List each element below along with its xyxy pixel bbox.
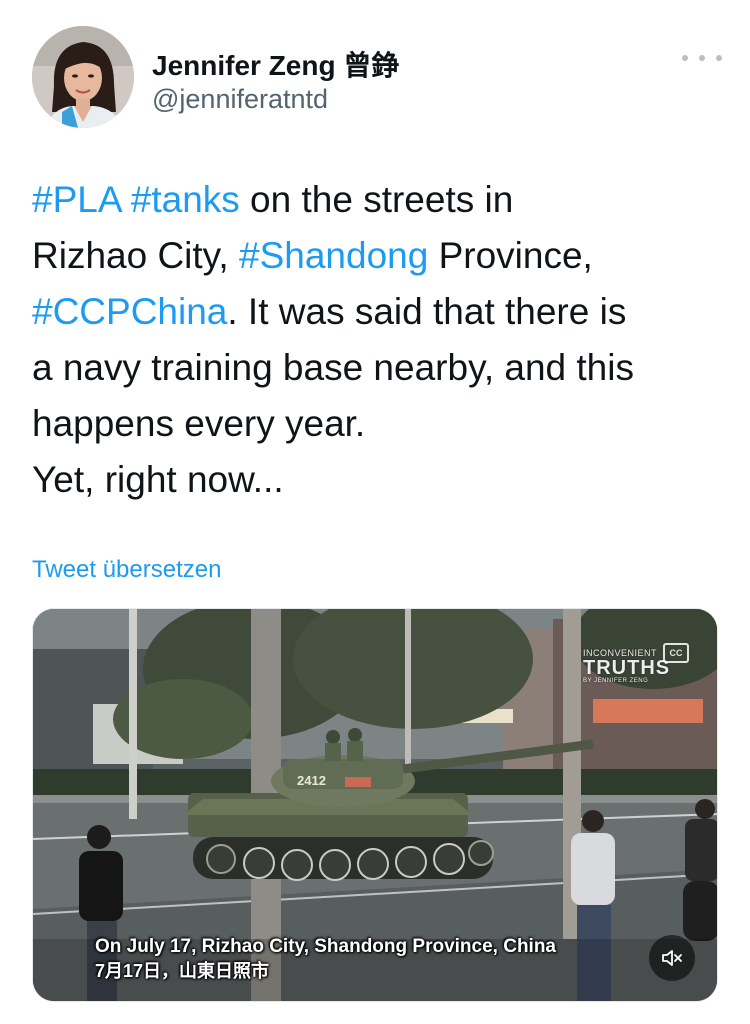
tweet-text-span: on the streets in <box>239 179 514 220</box>
translate-tweet-link[interactable]: Tweet übersetzen <box>32 556 221 584</box>
tweet-line-6: Yet, right now... <box>32 459 284 500</box>
tweet-header: Jennifer Zeng 曾錚 @jenniferatntd <box>32 26 722 130</box>
tweet-line-2: Rizhao City, #Shandong Province, <box>32 228 722 284</box>
author-name[interactable]: Jennifer Zeng 曾錚 <box>152 44 399 84</box>
tweet-text-span: Province, <box>428 235 593 276</box>
dot <box>682 55 688 61</box>
tweet-text: #PLA #tanks on the streets in Rizhao Cit… <box>32 172 722 508</box>
tweet-line-5: happens every year. <box>32 403 366 444</box>
tweet-line-3: #CCPChina. It was said that there is <box>32 284 722 340</box>
hashtag-tanks[interactable]: #tanks <box>131 179 240 220</box>
tweet-text-span: . It was said that there is <box>227 291 627 332</box>
watermark-main: TRUTHS <box>583 657 671 679</box>
speaker-muted-icon <box>662 950 682 966</box>
dot <box>716 55 722 61</box>
caption-chinese: 7月17日，山東日照市 <box>95 961 270 981</box>
hashtag-ccpchina[interactable]: #CCPChina <box>32 291 227 332</box>
inconvenient-truths-watermark: INCONVENIENT TRUTHS BY JENNIFER ZENG <box>583 649 671 685</box>
dot <box>699 55 705 61</box>
more-dots-icon[interactable] <box>682 48 722 68</box>
hashtag-shandong[interactable]: #Shandong <box>239 235 428 276</box>
tweet-screen: Jennifer Zeng 曾錚 @jenniferatntd #PLA #ta… <box>0 0 750 1024</box>
avatar[interactable] <box>32 26 134 128</box>
author-handle[interactable]: @jenniferatntd <box>152 84 328 115</box>
mute-button[interactable] <box>649 935 695 981</box>
tweet-line-1: #PLA #tanks on the streets in <box>32 172 722 228</box>
tweet-line-4: a navy training base nearby, and this <box>32 347 634 388</box>
tweet-text-span: Rizhao City, <box>32 235 239 276</box>
closed-captions-icon[interactable]: CC <box>663 643 689 663</box>
video-caption: On July 17, Rizhao City, Shandong Provin… <box>95 935 556 983</box>
caption-english: On July 17, Rizhao City, Shandong Provin… <box>95 936 557 957</box>
tweet-video[interactable]: 2412 INCONVENIENT TRUTHS BY JENNIFER ZEN… <box>32 608 718 1002</box>
hashtag-pla[interactable]: #PLA <box>32 179 120 220</box>
tank-number: 2412 <box>297 773 326 788</box>
